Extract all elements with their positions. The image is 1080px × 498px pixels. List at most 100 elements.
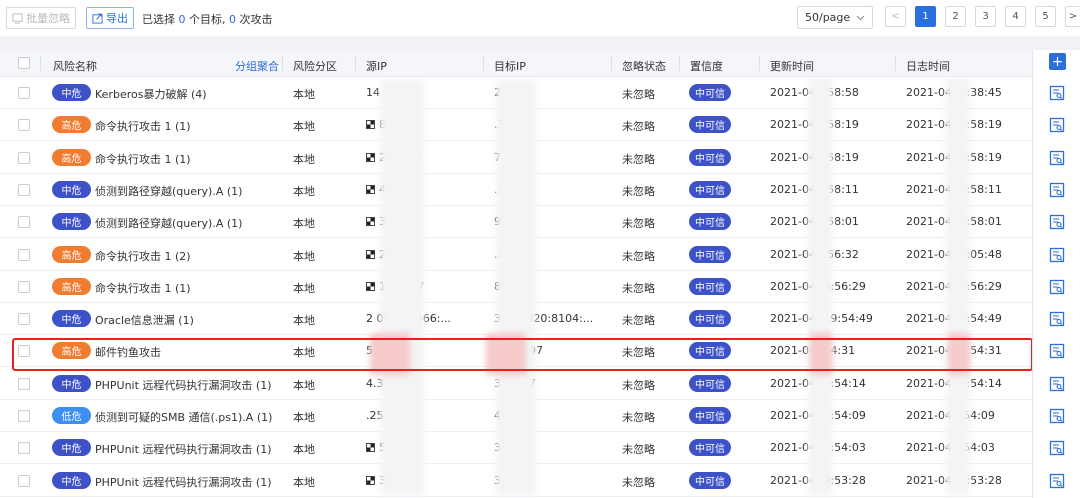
zone-cell: 本地 — [293, 411, 315, 424]
row-checkbox[interactable] — [18, 313, 30, 325]
zone-cell: 本地 — [293, 282, 315, 295]
risk-level-badge: 低危 — [52, 407, 91, 424]
ignore-status-cell: 未忽略 — [622, 250, 655, 263]
detail-icon[interactable] — [1049, 247, 1065, 263]
page-button-3[interactable]: 3 — [975, 6, 996, 27]
prev-page-button[interactable]: < — [885, 6, 906, 27]
zone-cell: 本地 — [293, 153, 315, 166]
page-size-select[interactable]: 50/page — [797, 6, 873, 29]
confidence-badge: 中可信 — [689, 439, 731, 456]
export-icon — [92, 12, 103, 24]
risk-name-link[interactable]: 命令执行攻击 1 (1) — [95, 118, 191, 134]
page-button-5[interactable]: 5 — [1035, 6, 1056, 27]
row-checkbox[interactable] — [18, 410, 30, 422]
risk-name-link[interactable]: 命令执行攻击 1 (1) — [95, 151, 191, 167]
risk-name-link[interactable]: 命令执行攻击 1 (1) — [95, 280, 191, 296]
confidence-badge: 中可信 — [689, 149, 731, 166]
row-checkbox[interactable] — [18, 249, 30, 261]
batch-ignore-label: 批量忽略 — [26, 12, 70, 25]
zone-cell: 本地 — [293, 314, 315, 327]
selected-attacks-count: 0 — [229, 13, 236, 26]
detail-icon[interactable] — [1049, 150, 1065, 166]
ignore-status-cell: 未忽略 — [622, 314, 655, 327]
header-update-time: 更新时间 — [770, 60, 814, 73]
ignore-status-cell: 未忽略 — [622, 411, 655, 424]
detail-icon[interactable] — [1049, 117, 1065, 133]
header-ignore-status: 忽略状态 — [622, 60, 666, 73]
header-src-ip: 源IP — [366, 60, 387, 73]
header-dst-ip: 目标IP — [494, 60, 526, 73]
row-checkbox[interactable] — [18, 281, 30, 293]
select-all-checkbox[interactable] — [18, 57, 30, 69]
zone-cell: 本地 — [293, 379, 315, 392]
highlighted-row-outline — [12, 338, 1033, 371]
page-size-value: 50/page — [805, 11, 851, 24]
detail-icon[interactable] — [1049, 440, 1065, 456]
page-button-4[interactable]: 4 — [1005, 6, 1026, 27]
export-label: 导出 — [106, 12, 128, 25]
row-checkbox[interactable] — [18, 184, 30, 196]
risk-level-badge: 高危 — [52, 116, 91, 133]
flag-icon — [366, 185, 375, 194]
risk-level-badge: 中危 — [52, 375, 91, 392]
row-checkbox[interactable] — [18, 87, 30, 99]
detail-icon[interactable] — [1049, 343, 1065, 359]
risk-name-link[interactable]: 侦测到可疑的SMB 通信(.ps1).A (1) — [95, 409, 272, 425]
confidence-badge: 中可信 — [689, 84, 731, 101]
row-checkbox[interactable] — [18, 152, 30, 164]
chevron-down-icon — [856, 15, 865, 20]
row-checkbox[interactable] — [18, 119, 30, 131]
flag-icon — [366, 476, 375, 485]
flag-icon — [366, 120, 375, 129]
export-button[interactable]: 导出 — [86, 7, 134, 29]
next-page-button[interactable]: > — [1065, 6, 1080, 27]
detail-icon[interactable] — [1049, 376, 1065, 392]
zone-cell: 本地 — [293, 443, 315, 456]
detail-icon[interactable] — [1049, 473, 1065, 489]
risk-level-badge: 中危 — [52, 472, 91, 489]
zone-cell: 本地 — [293, 250, 315, 263]
page-button-1[interactable]: 1 — [915, 6, 936, 27]
flag-icon — [366, 153, 375, 162]
confidence-badge: 中可信 — [689, 181, 731, 198]
confidence-badge: 中可信 — [689, 375, 731, 392]
risk-name-link[interactable]: Oracle信息泄漏 (1) — [95, 312, 194, 328]
ignore-status-cell: 未忽略 — [622, 153, 655, 166]
row-checkbox[interactable] — [18, 216, 30, 228]
toolbar: 批量忽略 导出 已选择 0 个目标, 0 次攻击 50/page < 1 2 3… — [0, 0, 1080, 36]
risk-name-link[interactable]: 侦测到路径穿越(query).A (1) — [95, 215, 242, 231]
detail-icon[interactable] — [1049, 279, 1065, 295]
row-checkbox[interactable] — [18, 475, 30, 487]
detail-icon[interactable] — [1049, 214, 1065, 230]
add-column-button[interactable]: + — [1049, 53, 1066, 70]
risk-name-link[interactable]: 命令执行攻击 1 (2) — [95, 248, 191, 264]
detail-icon[interactable] — [1049, 311, 1065, 327]
selected-targets-count: 0 — [178, 13, 186, 26]
risk-name-link[interactable]: 侦测到路径穿越(query).A (1) — [95, 183, 242, 199]
ignore-icon — [12, 12, 23, 24]
batch-ignore-button[interactable]: 批量忽略 — [6, 7, 76, 29]
row-checkbox[interactable] — [18, 378, 30, 390]
risk-name-link[interactable]: PHPUnit 远程代码执行漏洞攻击 (1) — [95, 377, 272, 393]
risk-name-link[interactable]: PHPUnit 远程代码执行漏洞攻击 (1) — [95, 441, 272, 457]
risk-name-link[interactable]: PHPUnit 远程代码执行漏洞攻击 (1) — [95, 474, 272, 490]
header-confidence: 置信度 — [690, 60, 723, 73]
group-aggregate-link[interactable]: 分组聚合 — [235, 58, 279, 74]
risk-level-badge: 高危 — [52, 246, 91, 263]
confidence-badge: 中可信 — [689, 278, 731, 295]
zone-cell: 本地 — [293, 476, 315, 489]
risk-name-link[interactable]: Kerberos暴力破解 (4) — [95, 86, 207, 102]
ignore-status-cell: 未忽略 — [622, 217, 655, 230]
detail-icon[interactable] — [1049, 85, 1065, 101]
header-risk-name: 风险名称 — [53, 60, 97, 73]
page-button-2[interactable]: 2 — [945, 6, 966, 27]
risk-level-badge: 中危 — [52, 84, 91, 101]
ignore-status-cell: 未忽略 — [622, 88, 655, 101]
row-checkbox[interactable] — [18, 442, 30, 454]
confidence-badge: 中可信 — [689, 213, 731, 230]
header-log-time: 日志时间 — [906, 60, 950, 73]
detail-icon[interactable] — [1049, 408, 1065, 424]
zone-cell: 本地 — [293, 217, 315, 230]
detail-icon[interactable] — [1049, 182, 1065, 198]
ignore-status-cell: 未忽略 — [622, 476, 655, 489]
